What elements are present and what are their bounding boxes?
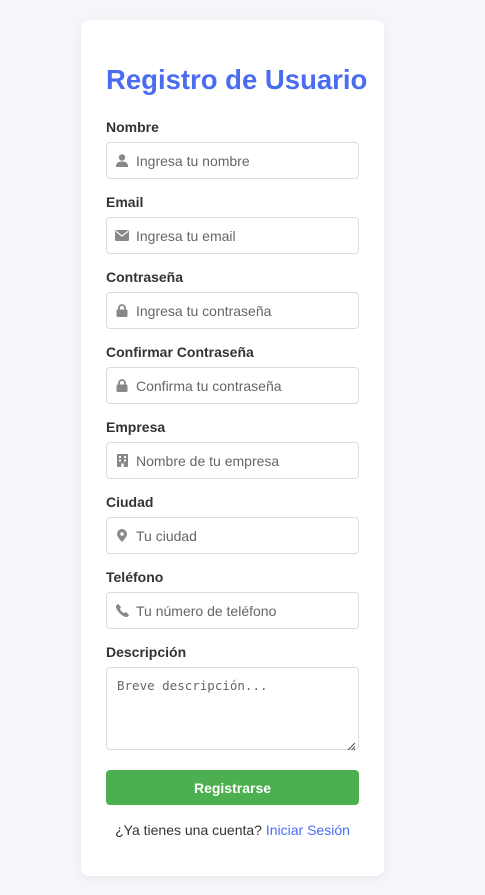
field-confirmar-contrasena: Confirmar Contraseña — [106, 344, 359, 419]
building-icon — [115, 453, 129, 467]
input-wrapper-telefono — [106, 592, 359, 629]
field-label-descripcion: Descripción — [106, 644, 187, 660]
lock-icon — [115, 378, 129, 392]
input-wrapper-email — [106, 217, 359, 254]
resize-handle-icon[interactable] — [347, 738, 356, 751]
register-button[interactable]: Registrarse — [106, 770, 359, 805]
field-label-telefono: Teléfono — [106, 569, 164, 585]
field-label-contrasena: Contraseña — [106, 269, 184, 285]
telefono-input[interactable] — [136, 593, 356, 628]
input-wrapper-ciudad — [106, 517, 359, 554]
map-marker-icon — [115, 528, 129, 542]
field-contrasena: Contraseña — [106, 269, 359, 344]
nombre-input[interactable] — [136, 143, 356, 178]
field-nombre: Nombre — [106, 119, 359, 194]
login-prompt: ¿Ya tienes una cuenta? Iniciar Sesión — [106, 822, 359, 838]
registration-card: Registro de Usuario Nombre Email Contras… — [81, 20, 384, 876]
input-wrapper-empresa — [106, 442, 359, 479]
ciudad-input[interactable] — [136, 518, 356, 553]
login-link[interactable]: Iniciar Sesión — [266, 822, 350, 838]
envelope-icon — [115, 228, 129, 242]
field-label-email: Email — [106, 194, 144, 210]
field-label-nombre: Nombre — [106, 119, 159, 135]
contrasena-input[interactable] — [136, 293, 356, 328]
input-wrapper-nombre — [106, 142, 359, 179]
input-wrapper-contrasena — [106, 292, 359, 329]
page-title: Registro de Usuario — [106, 64, 368, 95]
field-label-ciudad: Ciudad — [106, 494, 154, 510]
field-empresa: Empresa — [106, 419, 359, 494]
registration-form: Nombre Email Contraseña — [106, 119, 359, 838]
textarea-wrapper-descripcion — [106, 667, 359, 751]
login-prompt-text: ¿Ya tienes una cuenta? — [115, 822, 262, 838]
user-icon — [115, 153, 129, 167]
lock-icon — [115, 303, 129, 317]
input-wrapper-confirmar-contrasena — [106, 367, 359, 404]
field-label-empresa: Empresa — [106, 419, 166, 435]
email-input[interactable] — [136, 218, 356, 253]
field-email: Email — [106, 194, 359, 269]
descripcion-textarea[interactable] — [107, 668, 358, 749]
field-descripcion: Descripción — [106, 644, 359, 751]
phone-icon — [115, 603, 129, 617]
field-ciudad: Ciudad — [106, 494, 359, 569]
field-telefono: Teléfono — [106, 569, 359, 644]
confirmar-contrasena-input[interactable] — [136, 368, 356, 403]
empresa-input[interactable] — [136, 443, 356, 478]
field-label-confirmar-contrasena: Confirmar Contraseña — [106, 344, 254, 360]
